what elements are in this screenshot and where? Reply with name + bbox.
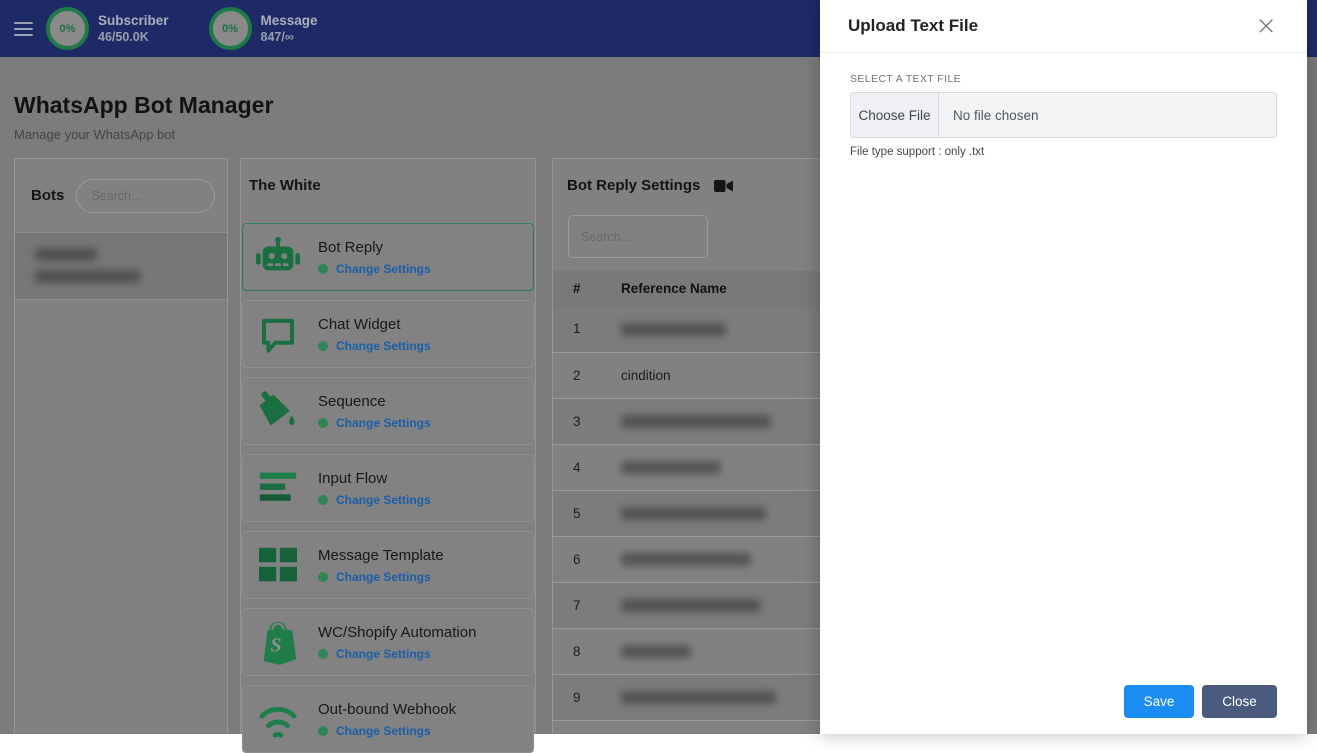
modal-title: Upload Text File: [848, 16, 979, 35]
file-field-label: SELECT A TEXT FILE: [850, 73, 962, 85]
upload-text-file-modal: Upload Text File × SELECT A TEXT FILE Ch…: [820, 0, 1307, 734]
file-type-helper-text: File type support : only .txt: [850, 146, 985, 158]
close-icon[interactable]: ×: [1255, 13, 1277, 39]
choose-file-button[interactable]: Choose File: [851, 93, 939, 137]
no-file-chosen-text: No file chosen: [953, 107, 1039, 123]
file-input[interactable]: Choose File No file chosen: [850, 92, 1277, 138]
save-button[interactable]: Save: [1124, 685, 1194, 718]
close-button[interactable]: Close: [1202, 685, 1277, 718]
modal-backdrop[interactable]: [0, 0, 820, 734]
